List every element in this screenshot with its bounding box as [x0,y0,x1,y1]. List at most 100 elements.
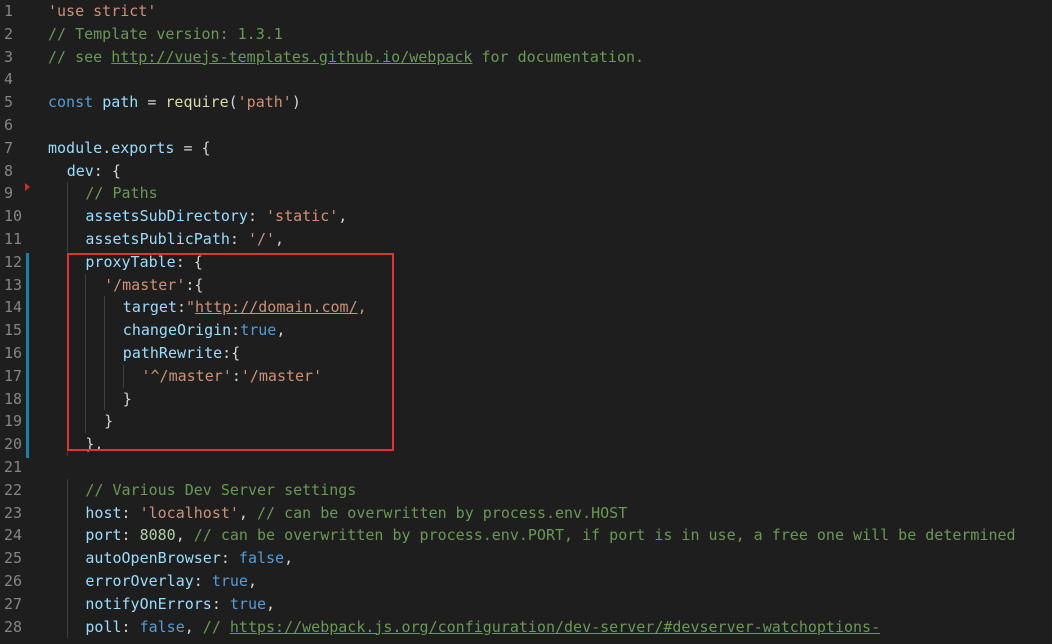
code-token: path [102,93,139,112]
code-token: poll [85,617,122,636]
code-token: dev [66,161,94,180]
code-text: notifyOnErrors: true, [85,593,275,616]
code-token: '/' [247,230,276,248]
code-token: , [338,207,348,226]
code-text: errorOverlay: true, [85,570,257,593]
code-token: : [121,526,140,545]
line-number: 5 [4,93,14,112]
code-line[interactable]: 6 [0,114,1052,137]
code-token: 'static' [266,207,339,226]
line-number: 2 [4,24,14,43]
line-number: 24 [4,526,23,545]
line-number: 26 [4,572,23,590]
code-line[interactable]: 10 assetsSubDirectory: 'static', [0,205,1052,228]
indent-guide [66,182,68,206]
code-token: true [211,572,248,590]
code-token: // Template version: 1.3.1 [48,24,283,43]
code-token: require [165,93,229,112]
code-text: host: 'localhost', // can be overwritten… [85,502,627,525]
code-line[interactable]: 22 // Various Dev Server settings [0,478,1052,502]
annotation-highlight-box [67,253,394,451]
code-token: assetsSubDirectory [85,207,248,226]
code-line[interactable]: 23 host: 'localhost', // can be overwritt… [0,501,1052,525]
code-token: const [48,93,103,112]
line-number: 27 [4,594,23,613]
code-line[interactable]: 4 [0,68,1052,91]
code-token: : [220,549,239,568]
indent-guide [66,570,68,593]
line-number: 22 [4,480,23,499]
code-token: host [85,503,122,522]
code-token: : { [93,161,121,180]
code-line[interactable]: 1 'use strict' [0,0,1052,23]
code-token: , [266,594,276,613]
code-token: = [138,93,166,112]
code-text: // Paths [85,182,157,205]
code-link[interactable]: https://webpack.js.org/configuration/dev… [230,618,880,636]
code-line[interactable]: 9// Paths [0,182,1052,206]
code-token: 'path' [237,93,292,112]
code-token: assetsPublicPath [85,230,230,248]
indent-guide [66,547,68,570]
code-line[interactable]: 21 [0,456,1052,479]
code-text: 'use strict' [48,0,156,23]
indent-guide [66,228,68,251]
code-line[interactable]: 3 // see http://vuejs-templates.github.io… [0,46,1052,69]
code-token: : [211,594,230,613]
modified-lines-indicator [26,253,29,458]
code-token: notifyOnErrors [85,594,212,613]
code-line[interactable]: 26 errorOverlay: true, [0,570,1052,593]
code-text: // Various Dev Server settings [85,479,356,502]
code-line[interactable]: 11 assetsPublicPath: '/', [0,228,1052,251]
indent-guide [66,501,68,525]
code-text: module.exports = { [48,137,211,160]
code-text: // Template version: 1.3.1 [48,23,283,46]
code-text: poll: false, // https://webpack.js.org/c… [85,616,880,639]
fold-marker-icon[interactable] [25,183,30,191]
line-number: 4 [4,70,14,89]
code-line[interactable]: 8 dev: { [0,160,1052,183]
code-line[interactable]: 7 module.exports = { [0,137,1052,160]
code-token: : [121,617,140,636]
code-text: port: 8080, // can be overwritten by pro… [85,524,1015,547]
code-token: // Paths [85,184,158,203]
code-token: : [193,572,212,590]
code-line[interactable]: 5 const path = require('path') [0,91,1052,114]
line-number: 23 [4,503,23,522]
code-line[interactable]: 24 port: 8080, // can be overwritten by p… [0,524,1052,548]
code-token: , [184,617,203,636]
code-line[interactable]: 27 notifyOnErrors: true, [0,592,1052,616]
line-number: 10 [4,207,23,226]
code-token: autoOpenBrowser [85,549,221,568]
code-token: 'localhost' [139,503,239,522]
code-token: false [139,617,185,636]
line-number: 3 [4,47,14,66]
code-token: // Various Dev Server settings [85,480,357,499]
code-token: port [85,526,122,545]
code-link[interactable]: http://vuejs-templates.github.io/webpack [111,48,472,66]
code-editor[interactable]: 28 poll: false, // https://webpack.js.org… [0,0,1052,644]
code-token: for documentation. [472,47,645,66]
code-token: : [229,230,248,248]
line-number: 28 [4,617,23,636]
code-text: assetsPublicPath: '/', [85,228,284,251]
code-token: // can be overwritten by process.env.POR… [193,526,1016,545]
code-token: : [121,503,140,522]
line-number: 21 [4,458,23,476]
indent-guide [66,478,68,502]
line-number: 8 [4,161,14,180]
code-token: ( [228,93,238,112]
code-line[interactable]: 28 poll: false, // https://webpack.js.org… [0,615,1052,639]
line-number: 25 [4,549,23,568]
line-number: 7 [4,138,14,157]
code-text: dev: { [67,160,121,183]
code-token: 8080 [139,526,176,545]
code-token: false [238,549,285,568]
code-token: = { [174,138,211,157]
code-line[interactable]: 2 // Template version: 1.3.1 [0,23,1052,46]
code-line[interactable]: 25 autoOpenBrowser: false, [0,547,1052,570]
indent-guide [66,615,68,639]
code-token: errorOverlay [85,572,194,590]
code-token: true [229,594,267,613]
code-text: assetsSubDirectory: 'static', [85,205,347,228]
